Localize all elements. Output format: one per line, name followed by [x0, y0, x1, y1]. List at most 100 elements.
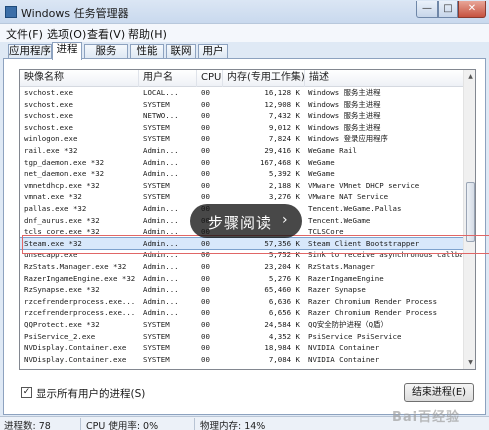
cell-cpu: 00	[201, 285, 210, 295]
menu-options[interactable]: 选项(O)	[47, 26, 86, 42]
cell-user-name: SYSTEM	[143, 180, 170, 190]
table-row[interactable]: svchost.exe SYSTEM 00 9,012 K Windows 服务主进程	[20, 122, 463, 133]
cell-image-name: rail.exe *32	[24, 146, 78, 155]
cell-memory: 4,352 K	[268, 331, 300, 341]
cell-user-name: SYSTEM	[143, 122, 170, 132]
status-cpu-usage: CPU 使用率: 0%	[86, 421, 159, 430]
cell-memory: 7,084 K	[268, 354, 300, 364]
cell-user-name: Admin...	[143, 308, 179, 318]
step-read-overlay[interactable]: 步骤阅读 ›	[190, 204, 302, 238]
table-row[interactable]: unsecapp.exe Admin... 00 5,752 K Sink to rec…	[20, 249, 463, 260]
cell-cpu: 00	[201, 250, 210, 260]
menu-bar: 文件(F) 选项(O) 查看(V) 帮助(H)	[0, 24, 489, 42]
cell-description: RzStats.Manager	[308, 262, 375, 271]
table-row[interactable]: NVDisplay.Container.exe SYSTEM 00 7,084 K NV…	[20, 354, 463, 365]
column-header-row: 映像名称 用户名 CPU 内存(专用工作集) 描述	[20, 70, 463, 87]
cell-image-name: RazerIngameEngine.exe *32	[24, 273, 136, 283]
minimize-button[interactable]: —	[416, 1, 438, 18]
table-row[interactable]: winlogon.exe SYSTEM 00 7,824 K Windows 登录应用程…	[20, 133, 463, 144]
cell-description: Windows 服务主进程	[308, 88, 381, 97]
cell-description: VMware NAT Service	[308, 192, 389, 202]
tab-applications[interactable]: 应用程序	[8, 44, 52, 59]
cell-user-name: SYSTEM	[143, 343, 170, 353]
cell-user-name: SYSTEM	[143, 192, 170, 202]
cell-image-name: rzcefrenderprocess.exe...	[24, 308, 136, 318]
table-row[interactable]: rzcefrenderprocess.exe... Admin... 00 6,636…	[20, 296, 463, 307]
tab-strip: 应用程序 进程 服务 性能 联网 用户	[0, 42, 489, 60]
table-row[interactable]: rzcefrenderprocess.exe... Admin... 00 6,656…	[20, 307, 463, 318]
end-process-button[interactable]: 结束进程(E)	[404, 383, 474, 402]
show-all-users-label[interactable]: 显示所有用户的进程(S)	[36, 386, 145, 401]
scroll-thumb[interactable]	[466, 182, 475, 242]
cell-user-name: SYSTEM	[143, 134, 170, 144]
cell-memory: 16,128 K	[264, 88, 300, 97]
tab-performance[interactable]: 性能	[130, 44, 164, 59]
title-bar[interactable]: Windows 任务管理器 — □ ✕	[0, 0, 489, 24]
table-row[interactable]: tgp_daemon.exe *32 Admin... 00 167,468 K WeG…	[20, 157, 463, 168]
table-row[interactable]: QQProtect.exe *32 SYSTEM 00 24,584 K QQ安全防护进…	[20, 319, 463, 330]
vertical-scrollbar[interactable]: ▲ ▼	[463, 70, 475, 369]
table-row[interactable]: net_daemon.exe *32 Admin... 00 5,392 K WeGam…	[20, 168, 463, 179]
column-image-name[interactable]: 映像名称	[20, 70, 139, 87]
cell-user-name: Admin...	[143, 262, 179, 271]
table-row[interactable]: rail.exe *32 Admin... 00 29,416 K WeGame Rai…	[20, 145, 463, 156]
cell-memory: 6,636 K	[268, 296, 300, 306]
table-row[interactable]: svchost.exe SYSTEM 00 12,908 K Windows 服务主进程	[20, 99, 463, 110]
cell-cpu: 00	[201, 134, 210, 144]
tab-networking[interactable]: 联网	[166, 44, 196, 59]
cell-image-name: vmnat.exe *32	[24, 192, 82, 202]
table-row[interactable]: RzStats.Manager.exe *32 Admin... 00 23,204 …	[20, 261, 463, 272]
cell-image-name: PsiService_2.exe	[24, 331, 96, 341]
menu-view[interactable]: 查看(V)	[87, 26, 125, 42]
column-user-name[interactable]: 用户名	[139, 70, 197, 87]
table-row[interactable]	[20, 365, 463, 369]
table-row-selected[interactable]: Steam.exe *32 Admin... 00 57,356 K Steam Cli…	[20, 236, 463, 250]
chevron-right-icon: ›	[282, 212, 288, 228]
cell-image-name: RzStats.Manager.exe *32	[24, 262, 127, 271]
menu-file[interactable]: 文件(F)	[6, 26, 43, 42]
cell-image-name: winlogon.exe	[24, 134, 78, 144]
tab-services[interactable]: 服务	[84, 44, 128, 59]
task-manager-app-icon	[5, 6, 17, 18]
status-physical-memory: 物理内存: 14%	[200, 421, 266, 430]
table-row[interactable]: svchost.exe NETWO... 00 7,432 K Windows 服务主进…	[20, 110, 463, 121]
cell-description: QQ安全防护进程（Q盾）	[308, 320, 388, 329]
column-cpu[interactable]: CPU	[197, 70, 223, 87]
table-row[interactable]: RazerIngameEngine.exe *32 Admin... 00 5,276…	[20, 273, 463, 284]
cell-memory: 57,356 K	[264, 238, 300, 248]
close-button[interactable]: ✕	[458, 1, 486, 18]
table-row[interactable]: vmnat.exe *32 SYSTEM 00 3,276 K VMware NAT S…	[20, 191, 463, 202]
cell-cpu: 00	[201, 308, 210, 318]
cell-user-name: Admin...	[143, 157, 179, 167]
table-row[interactable]: svchost.exe LOCAL... 00 16,128 K Windows 服务主…	[20, 87, 463, 98]
table-row[interactable]: RzSynapse.exe *32 Admin... 00 65,460 K Razer…	[20, 284, 463, 295]
scroll-up-arrow-icon[interactable]: ▲	[466, 72, 475, 81]
cell-description: Windows 登录应用程序	[308, 134, 388, 144]
table-row[interactable]: PsiService_2.exe SYSTEM 00 4,352 K PsiServic…	[20, 331, 463, 342]
cell-description: Razer Synapse	[308, 285, 366, 295]
menu-help[interactable]: 帮助(H)	[128, 26, 167, 42]
table-row[interactable]: vmnetdhcp.exe *32 SYSTEM 00 2,188 K VMware V…	[20, 180, 463, 191]
cell-cpu: 00	[201, 343, 210, 353]
cell-cpu: 00	[201, 354, 210, 364]
cell-description: NVIDIA Container	[308, 343, 380, 353]
cell-user-name: Admin...	[143, 273, 179, 283]
cell-memory: 65,460 K	[264, 285, 300, 295]
step-read-label: 步骤阅读	[208, 214, 273, 232]
scroll-down-arrow-icon[interactable]: ▼	[466, 358, 475, 367]
cell-user-name: SYSTEM	[143, 320, 170, 329]
cell-image-name: svchost.exe	[24, 122, 73, 132]
column-description[interactable]: 描述	[305, 70, 463, 87]
cell-cpu: 00	[201, 122, 210, 132]
cell-cpu: 00	[201, 88, 210, 97]
show-all-users-checkbox[interactable]: ✓	[21, 387, 32, 398]
column-memory[interactable]: 内存(专用工作集)	[223, 70, 305, 87]
tab-processes[interactable]: 进程	[52, 42, 82, 60]
tab-users[interactable]: 用户	[198, 44, 228, 59]
maximize-button[interactable]: □	[438, 1, 458, 18]
cell-user-name: Admin...	[143, 227, 179, 237]
cell-cpu: 00	[201, 331, 210, 341]
table-row[interactable]: NVDisplay.Container.exe SYSTEM 00 18,984 K N…	[20, 342, 463, 353]
cell-memory: 167,468 K	[259, 157, 300, 167]
cell-image-name: svchost.exe	[24, 99, 73, 109]
